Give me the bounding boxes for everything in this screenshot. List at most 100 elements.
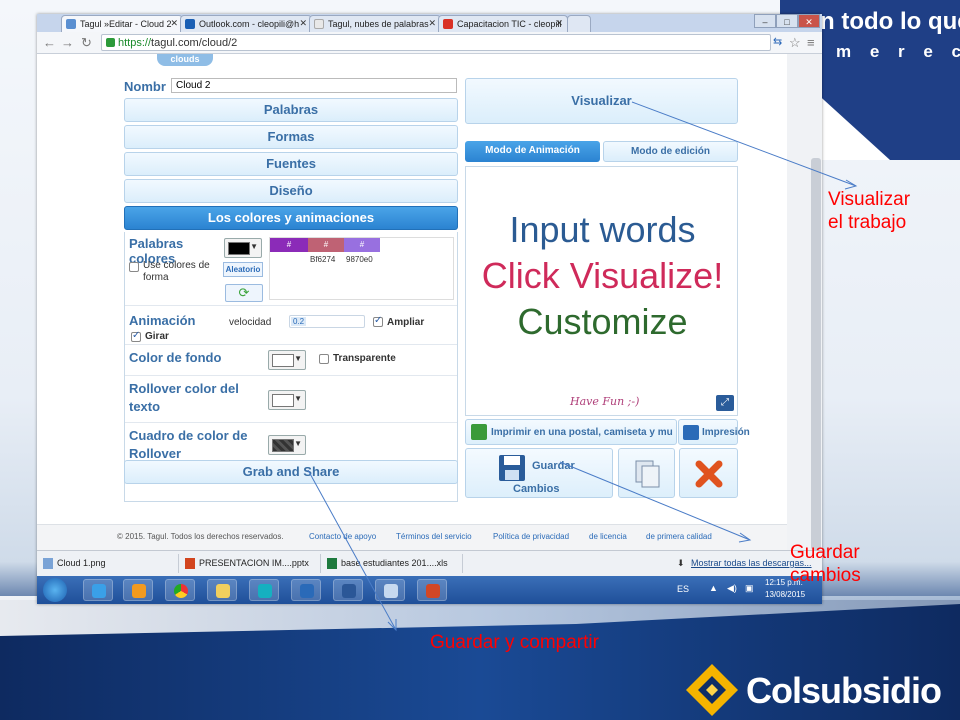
section-formas[interactable]: Formas	[124, 125, 458, 149]
menu-icon[interactable]: ≡	[807, 35, 815, 50]
have-fun-text: Have Fun ;-)	[570, 395, 640, 408]
copy-button[interactable]	[618, 448, 675, 498]
color-code-2: Bf6274	[310, 255, 336, 264]
rollover-text-color-picker[interactable]: ▼	[268, 390, 306, 410]
divider	[125, 375, 457, 376]
download-filename: PRESENTACION IM....pptx	[199, 558, 309, 568]
close-window-button[interactable]: ✕	[798, 14, 820, 28]
network-tray-icon[interactable]: ▣	[745, 583, 754, 594]
color-swatch	[228, 242, 250, 255]
taskbar-app[interactable]	[249, 579, 279, 601]
forward-arrow-icon[interactable]: →	[61, 35, 74, 50]
tab-outlook[interactable]: Outlook.com - cleopili@h ✕	[180, 15, 312, 32]
footer-link-license[interactable]: de licencia	[589, 532, 627, 541]
transparent-checkbox[interactable]	[319, 354, 329, 364]
close-icon[interactable]: ✕	[428, 18, 436, 29]
section-palabras[interactable]: Palabras	[124, 98, 458, 122]
taskbar-chrome[interactable]	[165, 579, 195, 601]
print-button[interactable]: Impresión	[678, 419, 750, 445]
maximize-button[interactable]: □	[776, 14, 798, 28]
taskbar-powerpoint[interactable]	[417, 579, 447, 601]
footer-link-premium[interactable]: de primera calidad	[646, 532, 712, 541]
page-favicon-icon	[314, 19, 324, 29]
save-label-line2: Cambios	[513, 483, 560, 495]
close-icon[interactable]: ✕	[555, 18, 563, 29]
cloud-name-input[interactable]: Cloud 2	[171, 78, 457, 93]
footer-link-terms[interactable]: Términos del servicio	[396, 532, 472, 541]
tray-arrow-icon[interactable]: ▲	[709, 583, 718, 593]
word-color-picker[interactable]: ▼	[224, 238, 262, 258]
internet-explorer-icon	[92, 584, 106, 598]
taskbar-network[interactable]	[291, 579, 321, 601]
color-chip-2[interactable]: #	[308, 238, 344, 252]
section-colores-animaciones[interactable]: Los colores y animaciones	[124, 206, 458, 230]
slogan-line-1: n todo lo que	[820, 8, 960, 35]
language-indicator[interactable]: ES	[677, 584, 689, 594]
background-color-picker[interactable]: ▼	[268, 350, 306, 370]
rotate-checkbox[interactable]	[131, 330, 141, 342]
save-changes-button[interactable]: Guardar Cambios	[465, 448, 613, 498]
color-chip-3[interactable]: #	[344, 238, 380, 252]
fullscreen-icon[interactable]: ⤢	[716, 395, 734, 411]
minimize-button[interactable]: –	[754, 14, 776, 28]
tab-edit-mode[interactable]: Modo de edición	[603, 141, 738, 162]
windows-taskbar: ES ▲ ◀) ▣ 12:15 p.m. 13/08/2015	[37, 576, 822, 604]
taskbar-paint[interactable]	[375, 579, 405, 601]
grab-and-share-button[interactable]: Grab and Share	[124, 460, 458, 484]
color-code-3: 9870e0	[346, 255, 373, 264]
download-item-xls[interactable]: base estudiantes 201....xls	[323, 554, 463, 573]
speaker-icon[interactable]: ◀)	[727, 583, 737, 594]
close-icon[interactable]: ✕	[299, 18, 307, 29]
color-chip-1[interactable]: #	[270, 238, 308, 252]
bookmark-star-icon[interactable]: ☆	[789, 35, 801, 51]
taskbar-word[interactable]	[333, 579, 363, 601]
tab-tagul-info[interactable]: Tagul, nubes de palabras ✕	[309, 15, 441, 32]
transparent-label: Transparente	[333, 353, 396, 364]
dropdown-arrow-icon: ▼	[250, 242, 258, 251]
tagul-favicon-icon	[66, 19, 76, 29]
rollover-box-color-picker[interactable]: ▼	[268, 435, 306, 455]
rollover-box-color-label: Cuadro de color de Rollover	[129, 428, 248, 461]
taskbar-explorer[interactable]	[207, 579, 237, 601]
section-fuentes[interactable]: Fuentes	[124, 152, 458, 176]
tab-gmail[interactable]: Capacitacion TIC - cleopili ✕	[438, 15, 568, 32]
divider	[125, 422, 457, 423]
print-postal-button[interactable]: Imprimir en una postal, camiseta y mu	[465, 419, 677, 445]
footer-link-privacy[interactable]: Política de privacidad	[493, 532, 569, 541]
page-footer: © 2015. Tagul. Todos los derechos reserv…	[37, 524, 787, 550]
footer-link-support[interactable]: Contacto de apoyo	[309, 532, 376, 541]
back-arrow-icon[interactable]: ←	[43, 35, 56, 50]
tab-animation-mode[interactable]: Modo de Animación	[465, 141, 600, 162]
tab-tagul-editor[interactable]: Tagul »Editar - Cloud 2 ✕	[61, 15, 183, 32]
windows-start-icon[interactable]	[43, 578, 67, 602]
reload-icon[interactable]: ↻	[81, 35, 92, 51]
download-item-pptx[interactable]: PRESENTACION IM....pptx	[181, 554, 321, 573]
new-tab-button[interactable]	[567, 15, 591, 32]
dropdown-arrow-icon: ▼	[294, 394, 302, 403]
colsubsidio-logo-icon	[686, 664, 738, 716]
translate-icon[interactable]: ⇆	[773, 35, 782, 48]
url-input[interactable]: https://tagul.com/cloud/2	[101, 34, 771, 51]
clock-date[interactable]: 13/08/2015	[765, 590, 805, 599]
tab-label: Tagul, nubes de palabras	[328, 19, 429, 29]
scrollbar[interactable]	[811, 158, 821, 550]
taskbar-media[interactable]	[123, 579, 153, 601]
print-postal-label: Imprimir en una postal, camiseta y mu	[491, 427, 673, 438]
close-icon[interactable]: ✕	[170, 18, 178, 29]
zoom-checkbox[interactable]	[373, 315, 383, 327]
section-diseno[interactable]: Diseño	[124, 179, 458, 203]
refresh-icon[interactable]: ⟳	[225, 284, 263, 302]
velocity-slider[interactable]: 0.2	[289, 315, 365, 328]
download-item-cloud-png[interactable]: Cloud 1.png	[39, 554, 179, 573]
save-label-line1: Guardar	[532, 460, 575, 472]
downloads-bar: Cloud 1.png PRESENTACION IM....pptx base…	[37, 550, 822, 576]
color-swatch	[272, 439, 294, 452]
lock-icon	[106, 38, 115, 47]
cloud-preview-canvas[interactable]: Input words Click Visualize! Customize H…	[465, 166, 738, 416]
visualize-button[interactable]: Visualizar	[465, 78, 738, 124]
taskbar-ie[interactable]	[83, 579, 113, 601]
postal-icon	[471, 424, 487, 440]
random-colors-button[interactable]: Aleatorio	[223, 262, 263, 277]
use-shape-colors-checkbox[interactable]	[129, 262, 139, 272]
delete-button[interactable]	[679, 448, 738, 498]
